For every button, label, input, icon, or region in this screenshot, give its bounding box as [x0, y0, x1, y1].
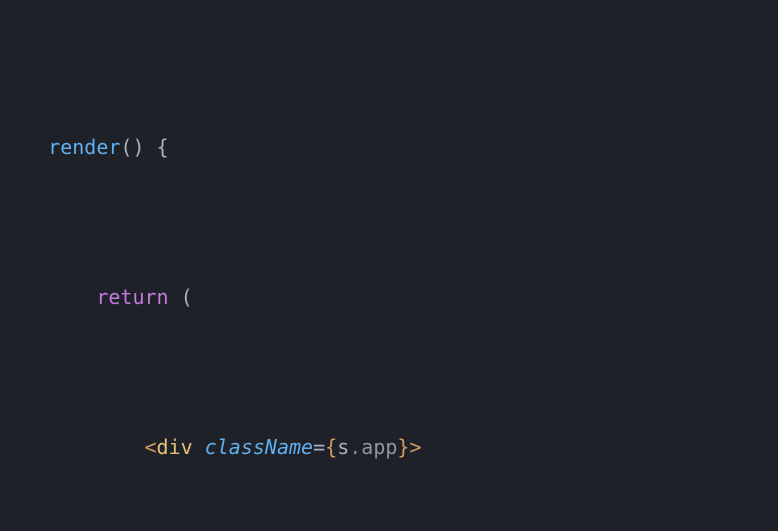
space — [193, 435, 205, 459]
dot: . — [349, 435, 361, 459]
parens: () — [120, 135, 144, 159]
angle-close: > — [409, 435, 421, 459]
mouse-cursor-icon — [398, 475, 410, 494]
prop-app: app — [361, 435, 397, 459]
indent — [0, 285, 96, 309]
code-line: <div className={s.app}> — [0, 432, 778, 462]
keyword-return: return — [96, 285, 168, 309]
angle-open: < — [145, 435, 157, 459]
code-editor[interactable]: render() { return ( <div className={s.ap… — [0, 0, 778, 531]
indent — [0, 135, 48, 159]
paren-open: ( — [169, 285, 193, 309]
equals: = — [313, 435, 325, 459]
attr-classname: className — [205, 435, 313, 459]
brace: { — [145, 135, 169, 159]
method-name: render — [48, 135, 120, 159]
code-line: render() { — [0, 132, 778, 162]
brace-open: { — [325, 435, 337, 459]
brace-close: } — [397, 435, 409, 459]
indent — [0, 435, 145, 459]
tag-div: div — [157, 435, 193, 459]
code-line: return ( — [0, 282, 778, 312]
identifier-s: s — [337, 435, 349, 459]
